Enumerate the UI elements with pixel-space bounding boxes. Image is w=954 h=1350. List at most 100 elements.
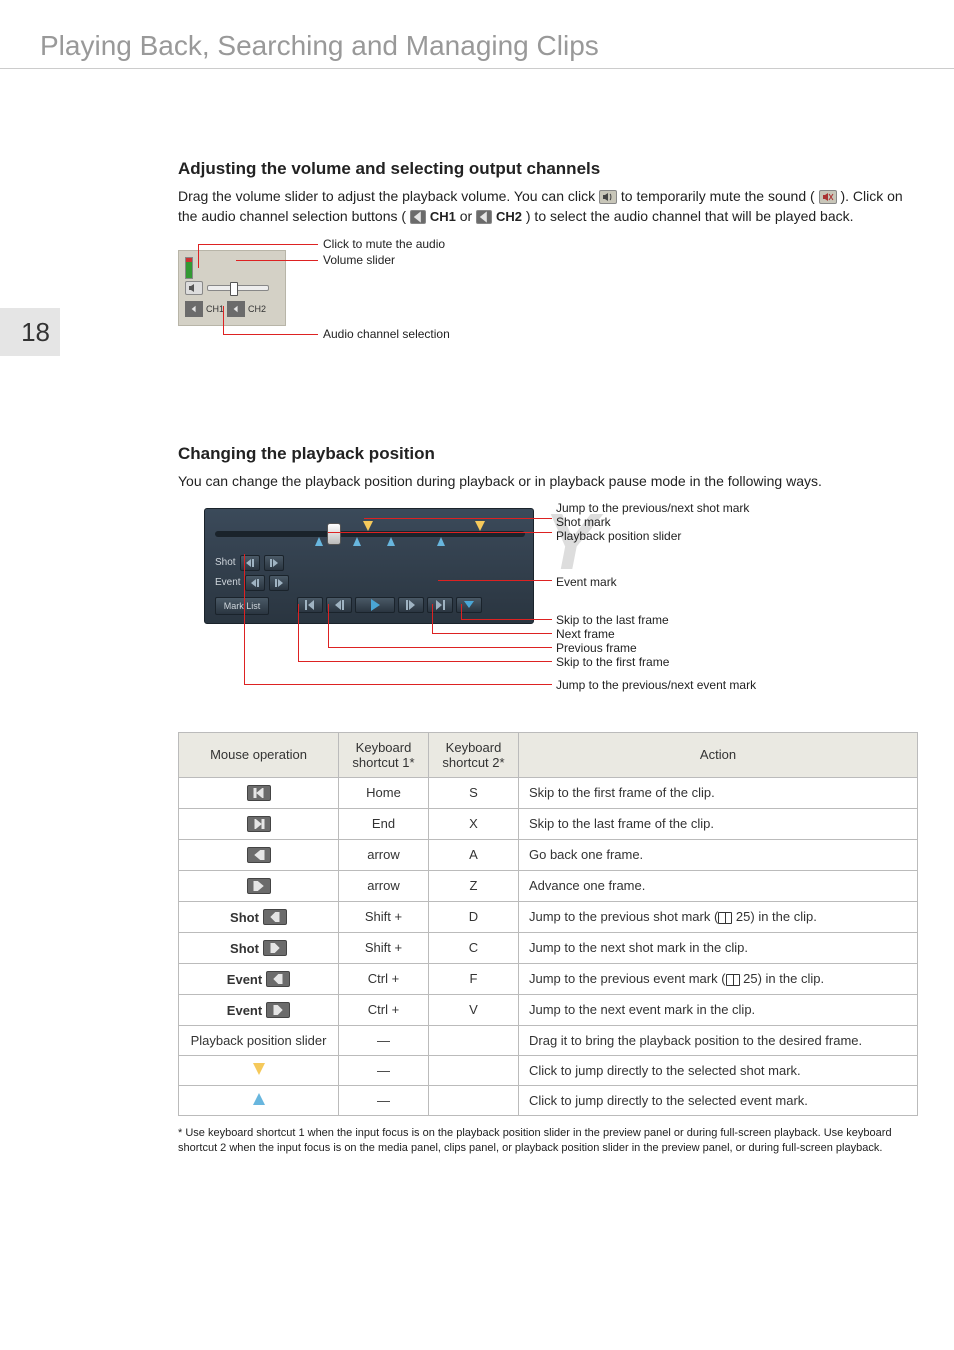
jump-prev-icon xyxy=(266,971,290,987)
event-mark-icon[interactable] xyxy=(437,537,445,547)
event-mark-icon[interactable] xyxy=(387,537,395,547)
table-row: Shot Shift + C Jump to the next shot mar… xyxy=(179,932,918,963)
event-mark-icon[interactable] xyxy=(353,537,361,547)
shot-prev-button[interactable] xyxy=(240,555,260,571)
callout-line xyxy=(244,684,552,685)
jump-prev-icon xyxy=(263,909,287,925)
cell-kb2: Z xyxy=(429,870,519,901)
callout-line xyxy=(198,244,278,245)
ch2-button[interactable] xyxy=(227,301,245,317)
cell-kb2: X xyxy=(429,808,519,839)
position-slider-area xyxy=(215,521,525,547)
annot-channel-select: Audio channel selection xyxy=(323,327,450,341)
cell-kb1: arrow xyxy=(339,839,429,870)
event-next-button[interactable] xyxy=(269,575,289,591)
channel-select-icon xyxy=(476,210,492,224)
annot-volume-slider: Volume slider xyxy=(323,253,395,267)
page-number: 18 xyxy=(0,308,60,356)
playback-panel: Shot Event Mark List xyxy=(204,508,534,624)
cell-kb1: Ctrl + xyxy=(339,994,429,1025)
mark-list-button[interactable]: Mark List xyxy=(215,597,269,615)
cell-kb2: V xyxy=(429,994,519,1025)
table-row: — Click to jump directly to the selected… xyxy=(179,1085,918,1115)
event-mark-triangle-icon xyxy=(253,1093,265,1105)
volume-panel: CH1 CH2 xyxy=(178,250,286,326)
speaker-off-icon xyxy=(819,190,837,204)
text: ) to select the audio channel that will … xyxy=(526,208,854,224)
event-prev-button[interactable] xyxy=(245,575,265,591)
cell-action: Advance one frame. xyxy=(519,870,918,901)
mute-button[interactable] xyxy=(185,281,203,295)
table-row: — Click to jump directly to the selected… xyxy=(179,1055,918,1085)
callout-line xyxy=(438,580,552,581)
section2-title: Changing the playback position xyxy=(178,444,918,464)
shot-label: Shot xyxy=(215,557,236,568)
skip-last-icon xyxy=(247,816,271,832)
ch2-label: CH2 xyxy=(496,209,522,224)
cell-kb1: Shift + xyxy=(339,901,429,932)
callout-line xyxy=(236,260,318,261)
cell-action: Go back one frame. xyxy=(519,839,918,870)
channel-select-icon xyxy=(410,210,426,224)
volume-slider[interactable] xyxy=(207,285,269,291)
cell-kb2: S xyxy=(429,777,519,808)
ch2-label: CH2 xyxy=(248,304,266,314)
callout-line xyxy=(223,306,224,334)
section-adjust-volume: Adjusting the volume and selecting outpu… xyxy=(178,159,918,354)
section-playback-position: Changing the playback position You can c… xyxy=(178,444,918,1156)
callout-line xyxy=(223,334,318,335)
volume-thumb[interactable] xyxy=(230,282,238,296)
cell-kb2: F xyxy=(429,963,519,994)
shot-next-button[interactable] xyxy=(264,555,284,571)
callout-line xyxy=(328,604,329,648)
cell-action: Skip to the last frame of the clip. xyxy=(519,808,918,839)
ch1-label: CH1 xyxy=(206,304,224,314)
cell-action: Click to jump directly to the selected e… xyxy=(519,1085,918,1115)
next-frame-button[interactable] xyxy=(398,597,424,613)
callout-line xyxy=(364,518,552,519)
ch1-button[interactable] xyxy=(185,301,203,317)
callout-line xyxy=(461,604,462,620)
dropdown-button[interactable] xyxy=(456,597,482,613)
annot-skip-first: Skip to the first frame xyxy=(556,655,669,669)
annot-mute: Click to mute the audio xyxy=(323,237,445,251)
th-kb1: Keyboard shortcut 1* xyxy=(339,732,429,777)
cell-action: Jump to the previous shot mark ( 25) in … xyxy=(519,901,918,932)
speaker-on-icon xyxy=(599,190,617,204)
cell-kb2 xyxy=(429,1055,519,1085)
book-icon xyxy=(726,974,740,986)
text: 25) in the clip. xyxy=(740,971,825,986)
text: Jump to the previous shot mark ( xyxy=(529,909,718,924)
annot-shot-jump: Jump to the previous/next shot mark xyxy=(556,501,749,515)
skip-first-button[interactable] xyxy=(297,597,323,613)
cell-kb1: — xyxy=(339,1055,429,1085)
text: Jump to the previous event mark ( xyxy=(529,971,726,986)
table-row: End X Skip to the last frame of the clip… xyxy=(179,808,918,839)
section2-paragraph: You can change the playback position dur… xyxy=(178,472,918,492)
skip-last-button[interactable] xyxy=(427,597,453,613)
cell-kb1: arrow xyxy=(339,870,429,901)
cell-action: Jump to the next shot mark in the clip. xyxy=(519,932,918,963)
event-label: Event xyxy=(227,1003,262,1018)
callout-line xyxy=(432,633,552,634)
event-mark-icon[interactable] xyxy=(315,537,323,547)
shortcut-table: Mouse operation Keyboard shortcut 1* Key… xyxy=(178,732,918,1116)
cell-op: Playback position slider xyxy=(179,1025,339,1055)
table-row: Shot Shift + D Jump to the previous shot… xyxy=(179,901,918,932)
ch1-label: CH1 xyxy=(430,209,456,224)
callout-line xyxy=(298,661,552,662)
annot-skip-last: Skip to the last frame xyxy=(556,613,669,627)
play-button[interactable] xyxy=(355,597,395,613)
table-header-row: Mouse operation Keyboard shortcut 1* Key… xyxy=(179,732,918,777)
cell-kb2: C xyxy=(429,932,519,963)
cell-kb2 xyxy=(429,1085,519,1115)
footnote: * Use keyboard shortcut 1 when the input… xyxy=(178,1126,918,1157)
cell-action: Jump to the next event mark in the clip. xyxy=(519,994,918,1025)
annot-prev-frame: Previous frame xyxy=(556,641,637,655)
position-thumb[interactable] xyxy=(327,523,341,545)
prev-frame-button[interactable] xyxy=(326,597,352,613)
cell-kb1: — xyxy=(339,1085,429,1115)
page-title: Playing Back, Searching and Managing Cli… xyxy=(0,0,954,69)
annot-pos-slider: Playback position slider xyxy=(556,529,681,543)
th-kb2: Keyboard shortcut 2* xyxy=(429,732,519,777)
